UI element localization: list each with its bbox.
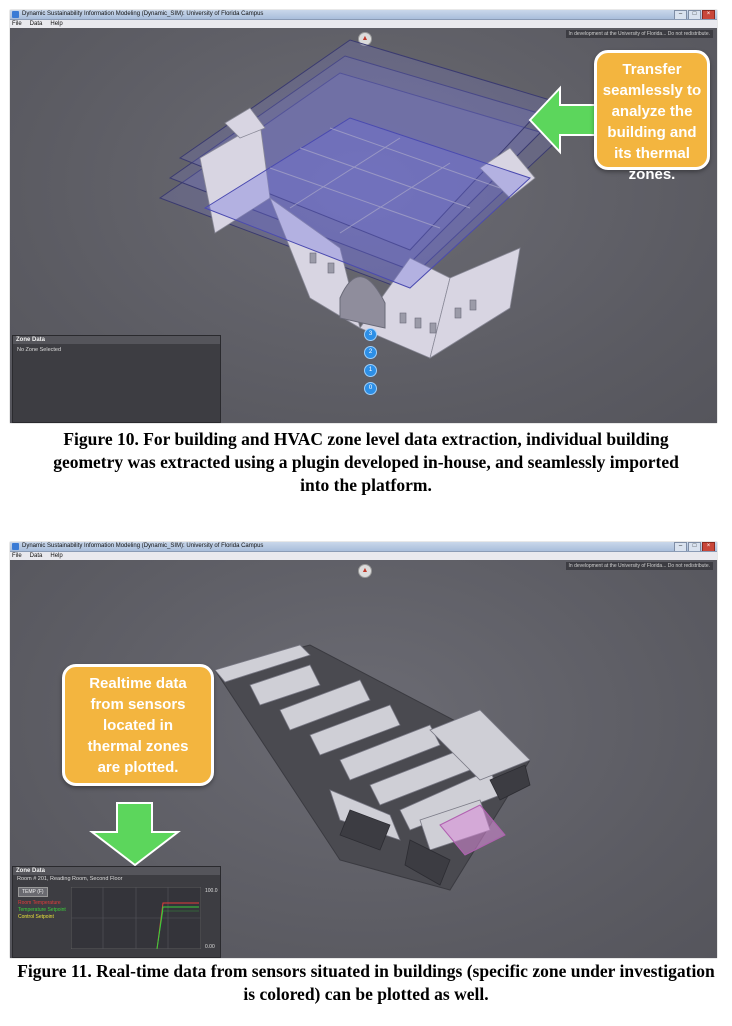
zone-panel-title: Zone Data (13, 867, 220, 875)
menu-data[interactable]: Data (30, 20, 43, 28)
figure10-caption: Figure 10. For building and HVAC zone le… (0, 428, 732, 497)
zone-panel-title: Zone Data (13, 336, 220, 344)
floor-button-1[interactable]: 1 (364, 364, 377, 377)
menu-bar: File Data Help (10, 20, 717, 28)
window-controls: – □ × (674, 542, 715, 551)
figure11-caption: Figure 11. Real-time data from sensors s… (0, 960, 732, 1006)
app-icon (12, 543, 19, 550)
window-opening (429, 322, 437, 334)
transfer-callout: Transfer seamlessly to analyze the build… (594, 50, 710, 183)
close-button[interactable]: × (702, 542, 715, 551)
green-arrow-down-icon (89, 802, 181, 867)
temp-unit-button[interactable]: TEMP (F) (18, 887, 48, 897)
legend-temperature-setpoint: Temperature Setpoint (18, 907, 66, 913)
figure10-window: Dynamic Sustainability Information Model… (10, 10, 717, 423)
figure11-window: Dynamic Sustainability Information Model… (10, 542, 717, 958)
window-titlebar: Dynamic Sustainability Information Model… (10, 10, 717, 20)
menu-file[interactable]: File (12, 552, 22, 560)
close-button[interactable]: × (702, 10, 715, 19)
menu-help[interactable]: Help (50, 20, 62, 28)
window-title: Dynamic Sustainability Information Model… (22, 11, 264, 17)
3d-viewport[interactable]: ▲ In development at the University of Fl… (10, 28, 717, 423)
y-axis-max: 100.0 (205, 888, 218, 894)
legend-control-setpoint: Control Setpoint (18, 914, 54, 920)
window-controls: – □ × (674, 10, 715, 19)
window-opening (309, 252, 317, 264)
menu-bar: File Data Help (10, 552, 717, 560)
zone-data-panel: Zone Data Room # 201, Reading Room, Seco… (12, 866, 221, 958)
sensor-plot (71, 887, 201, 949)
floor-button-3[interactable]: 3 (364, 328, 377, 341)
figure11-caption-text: Figure 11. Real-time data from sensors s… (17, 961, 715, 1004)
realtime-callout: Realtime data from sensors located in th… (62, 664, 214, 786)
floor-button-0[interactable]: 0 (364, 382, 377, 395)
y-axis-min: 0.00 (205, 944, 215, 950)
maximize-button[interactable]: □ (688, 542, 701, 551)
window-opening (327, 262, 335, 274)
window-titlebar: Dynamic Sustainability Information Model… (10, 542, 717, 552)
window-opening (414, 317, 422, 329)
zone-status: No Zone Selected (17, 347, 62, 353)
window-opening (399, 312, 407, 324)
maximize-button[interactable]: □ (688, 10, 701, 19)
zone-room-label: Room # 201, Reading Room, Second Floor (17, 876, 123, 882)
window-opening (454, 307, 462, 319)
menu-help[interactable]: Help (50, 552, 62, 560)
callout-text: Transfer seamlessly to analyze the build… (602, 61, 702, 183)
3d-viewport[interactable]: ▲ In development at the University of Fl… (10, 560, 717, 958)
zone-data-panel: Zone Data No Zone Selected (12, 335, 221, 423)
menu-data[interactable]: Data (30, 552, 43, 560)
app-icon (12, 11, 19, 18)
floor-button-2[interactable]: 2 (364, 346, 377, 359)
callout-text: Realtime data from sensors located in th… (87, 675, 189, 776)
window-title: Dynamic Sustainability Information Model… (22, 543, 264, 549)
legend-room-temperature: Room Temperature (18, 900, 61, 906)
minimize-button[interactable]: – (674, 542, 687, 551)
minimize-button[interactable]: – (674, 10, 687, 19)
figure10-caption-text: Figure 10. For building and HVAC zone le… (53, 429, 679, 495)
menu-file[interactable]: File (12, 20, 22, 28)
window-opening (469, 299, 477, 311)
